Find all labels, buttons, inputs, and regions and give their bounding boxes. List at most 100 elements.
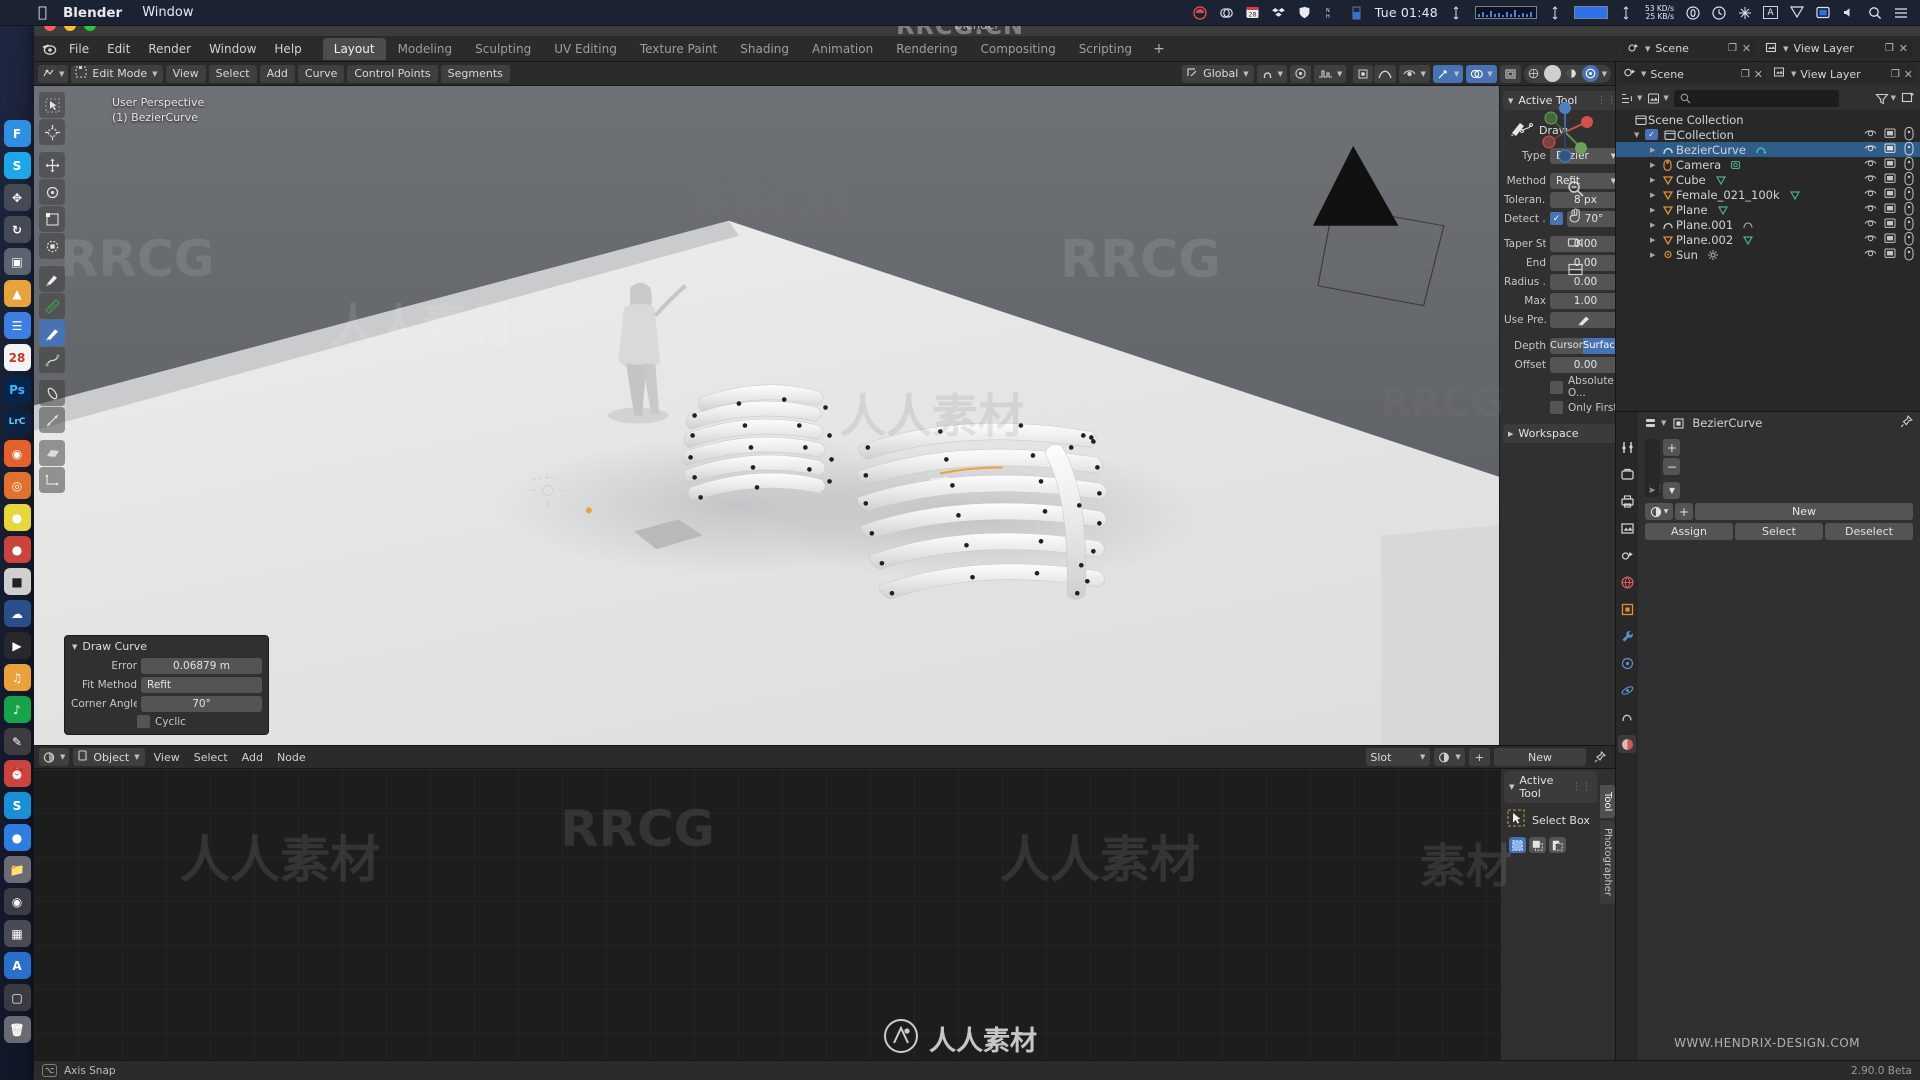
viewport-menu-curve[interactable]: Curve bbox=[297, 64, 345, 83]
sync-right-icon[interactable] bbox=[1548, 5, 1563, 20]
properties-editor-type-selector[interactable]: ▼ bbox=[1645, 417, 1666, 430]
dock-item-media[interactable]: ▶ bbox=[3, 632, 31, 659]
curve-data-icon[interactable] bbox=[1742, 219, 1755, 231]
toggle-ortho-icon[interactable] bbox=[1565, 259, 1585, 279]
tab-animation[interactable]: Animation bbox=[801, 38, 884, 60]
material-browse-button[interactable]: ▼ bbox=[1434, 748, 1465, 766]
outliner-row-scene-collection[interactable]: Scene Collection bbox=[1616, 112, 1920, 127]
network-graph-icon[interactable] bbox=[1474, 6, 1537, 19]
volume-icon[interactable] bbox=[1841, 5, 1856, 20]
curve-normals-toggle[interactable] bbox=[1353, 64, 1374, 83]
network-speed-readout[interactable]: 53 KD/s 25 KB/s bbox=[1645, 4, 1674, 21]
dock-item-skype[interactable]: S bbox=[3, 792, 31, 819]
mesh-data-icon[interactable] bbox=[1789, 189, 1802, 201]
dock-item-rotate[interactable]: ↻ bbox=[3, 216, 31, 243]
editor-type-selector[interactable]: ▼ bbox=[38, 64, 69, 83]
duplicate-icon[interactable]: ❐ bbox=[1741, 69, 1750, 80]
dropbox-icon[interactable] bbox=[1271, 5, 1286, 20]
dock-item-keynote[interactable]: ▦ bbox=[3, 920, 31, 947]
creative-cloud-icon[interactable] bbox=[1219, 5, 1234, 20]
select-button[interactable]: Select bbox=[1735, 523, 1823, 540]
macos-active-app-name[interactable]: Blender bbox=[63, 5, 122, 21]
curve-data-icon[interactable] bbox=[1755, 144, 1768, 156]
tab-shading[interactable]: Shading bbox=[729, 38, 800, 60]
screen-icon[interactable] bbox=[1884, 203, 1896, 217]
outliner-row-female[interactable]: ▶ Female_021_100k bbox=[1616, 186, 1920, 202]
editor-type-selector[interactable]: ▼ bbox=[39, 748, 70, 766]
dock-item-lightroom[interactable]: LrC bbox=[3, 408, 31, 435]
deselect-button[interactable]: Deselect bbox=[1825, 523, 1913, 540]
corner-angle-field[interactable]: 70° bbox=[141, 695, 262, 712]
properties-tab-scene[interactable] bbox=[1618, 546, 1636, 564]
dock-item-weather[interactable]: ☁ bbox=[3, 600, 31, 627]
new-material-plus-button[interactable]: + bbox=[1675, 503, 1693, 520]
list-resize-grip[interactable]: ⋮⋮⋮ bbox=[1645, 484, 1674, 494]
dock-item-calendar[interactable]: 28 bbox=[3, 344, 31, 371]
node-sidebar-tab-photographer[interactable]: Photographer bbox=[1600, 821, 1615, 904]
material-slot-list[interactable]: ▶ ⋮⋮⋮ bbox=[1645, 439, 1674, 497]
outliner-row-cube[interactable]: ▶ Cube bbox=[1616, 171, 1920, 187]
scene-selector[interactable]: ▼ Scene ❐ ✕ bbox=[1623, 39, 1756, 58]
camera-render-icon[interactable] bbox=[1903, 141, 1915, 157]
outliner-scene-selector[interactable]: ▼ Scene ❐ ✕ bbox=[1620, 65, 1766, 83]
close-icon[interactable]: ✕ bbox=[1742, 42, 1751, 55]
tool-annotate[interactable] bbox=[39, 266, 65, 292]
screen-icon[interactable] bbox=[1884, 218, 1896, 232]
viewport-menu-segments[interactable]: Segments bbox=[440, 64, 510, 83]
dock-item-folder[interactable]: 📁 bbox=[3, 856, 31, 883]
select-mode-extend[interactable] bbox=[1529, 837, 1546, 853]
camera-data-icon[interactable] bbox=[1730, 159, 1743, 171]
blue-block-icon[interactable] bbox=[1573, 6, 1608, 19]
duplicate-icon[interactable]: ❐ bbox=[1728, 43, 1737, 54]
eye-icon[interactable] bbox=[1864, 218, 1877, 232]
mesh-data-icon[interactable] bbox=[1715, 174, 1728, 186]
detect-corners-checkbox[interactable]: ✓ bbox=[1550, 212, 1563, 225]
remove-material-slot-button[interactable]: − bbox=[1663, 458, 1681, 475]
tool-extrude-curve[interactable] bbox=[39, 347, 65, 373]
dock-item-spotify[interactable]: ♪ bbox=[3, 696, 31, 723]
dock-item-camera[interactable]: ◉ bbox=[3, 888, 31, 915]
outliner-row-camera[interactable]: ▶ Camera bbox=[1616, 156, 1920, 172]
properties-tab-render[interactable] bbox=[1618, 465, 1636, 483]
dock-item-clock[interactable]: ⏰ bbox=[3, 760, 31, 787]
tool-rotate[interactable] bbox=[39, 179, 65, 205]
close-icon[interactable]: ✕ bbox=[1899, 42, 1908, 55]
use-pressure-button[interactable] bbox=[1550, 311, 1615, 328]
interaction-mode-selector[interactable]: Edit Mode ▼ bbox=[71, 64, 163, 83]
dock-item-photoshop[interactable]: Ps bbox=[3, 376, 31, 403]
tab-sculpting[interactable]: Sculpting bbox=[464, 38, 542, 60]
dock-item-store[interactable]: ▢ bbox=[3, 984, 31, 1011]
proportional-falloff-selector[interactable]: ▼ bbox=[1314, 64, 1347, 83]
dock-item-palette[interactable]: ● bbox=[3, 536, 31, 563]
eye-icon[interactable] bbox=[1864, 158, 1877, 172]
dock-item-safari[interactable]: S bbox=[3, 152, 31, 179]
screen-icon[interactable] bbox=[1884, 143, 1896, 157]
tool-scale[interactable] bbox=[39, 206, 65, 232]
tool-tilt[interactable] bbox=[39, 407, 65, 433]
tab-rendering[interactable]: Rendering bbox=[885, 38, 968, 60]
tab-modeling[interactable]: Modeling bbox=[387, 38, 464, 60]
outliner-row-collection[interactable]: ▼ ✓ Collection bbox=[1616, 126, 1920, 142]
zero-circle-icon[interactable] bbox=[1685, 5, 1700, 20]
wireframe-shading-button[interactable] bbox=[1524, 65, 1542, 82]
dock-item-notes[interactable]: ✎ bbox=[3, 728, 31, 755]
tool-draw-curve[interactable] bbox=[39, 320, 65, 346]
overlays-toggle[interactable]: ▼ bbox=[1466, 64, 1497, 83]
expand-triangle-icon[interactable]: ▶ bbox=[1650, 236, 1661, 244]
dock-item-chrome[interactable]: ● bbox=[3, 504, 31, 531]
material-browse-button[interactable]: ▼ bbox=[1645, 503, 1673, 520]
menu-window[interactable]: Window bbox=[200, 39, 265, 59]
screen-mirror-icon[interactable] bbox=[1815, 5, 1830, 20]
camera-render-icon[interactable] bbox=[1903, 231, 1915, 247]
fit-method-dropdown[interactable]: Refit bbox=[141, 676, 262, 693]
calendar-28-icon[interactable]: 28 bbox=[1245, 5, 1260, 20]
tab-uv-editing[interactable]: UV Editing bbox=[543, 38, 628, 60]
add-material-button[interactable]: + bbox=[1468, 748, 1490, 766]
add-material-slot-button[interactable]: + bbox=[1663, 439, 1681, 456]
node-menu-view[interactable]: View bbox=[149, 751, 185, 764]
screen-icon[interactable] bbox=[1884, 188, 1896, 202]
dock-item-move[interactable]: ✥ bbox=[3, 184, 31, 211]
dock-item-messenger[interactable]: ● bbox=[3, 824, 31, 851]
menu-render[interactable]: Render bbox=[139, 39, 200, 59]
chevron-down-icon[interactable]: ▼ bbox=[1602, 70, 1607, 78]
